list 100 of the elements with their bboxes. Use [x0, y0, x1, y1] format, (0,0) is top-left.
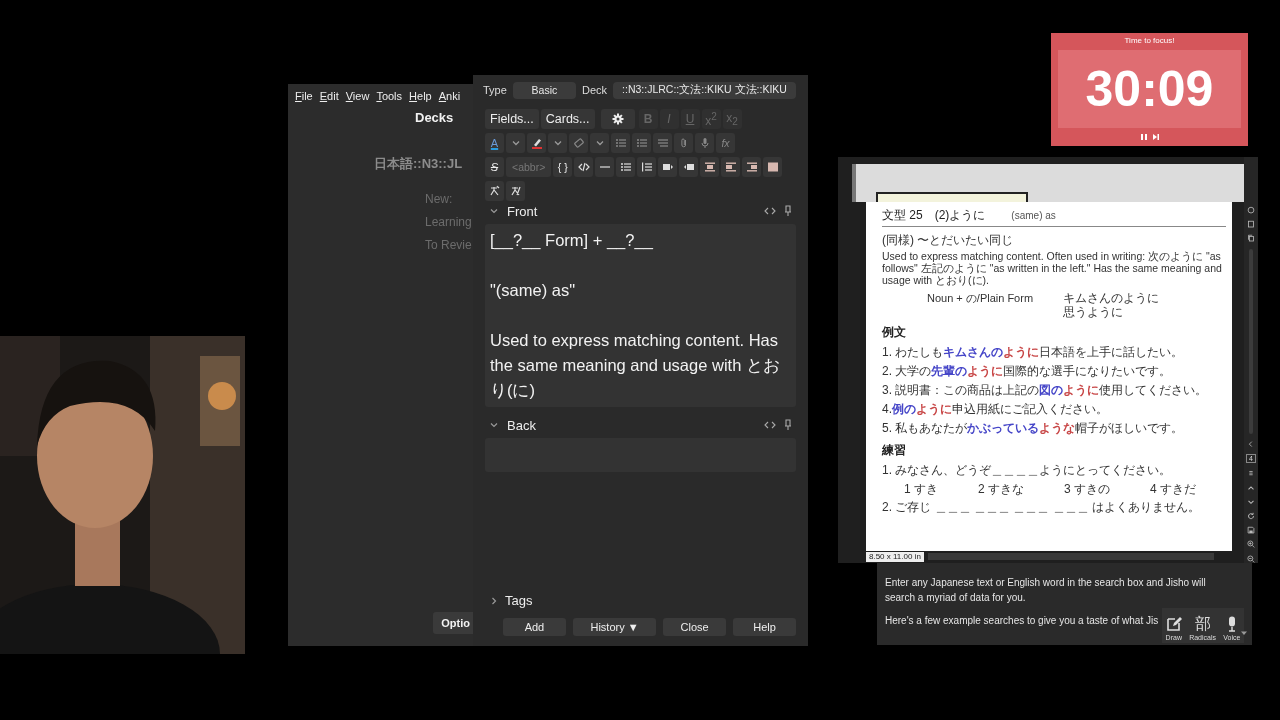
furigana-button[interactable]	[485, 181, 504, 201]
note-type-button[interactable]: Basic	[512, 81, 576, 99]
section-heading: 文型 25 (2)ように	[882, 207, 986, 224]
menu-item[interactable]: Edit	[319, 90, 339, 102]
section-gloss: (same) as	[1011, 210, 1056, 221]
text-color-button[interactable]: A	[485, 133, 504, 153]
menu-item[interactable]: Anki	[438, 90, 461, 102]
stat-label: Learning	[425, 214, 473, 231]
intro-text: Enter any Japanese text or English word in the search box and Jisho will search a myriad of data for you.	[885, 576, 1207, 605]
bullet-list-icon	[619, 161, 632, 173]
align-center-button[interactable]	[700, 157, 720, 177]
indent-button[interactable]	[658, 157, 678, 177]
eraser-icon	[572, 137, 585, 149]
answer-choice: 4 すきだ	[1150, 482, 1197, 496]
example-sentence: 5. 私もあなたがかぶっているような帽子がほしいです。	[882, 421, 1185, 436]
html-editor-icon[interactable]	[764, 420, 776, 430]
highlight-button[interactable]	[527, 133, 546, 153]
example-sentence: 4.例のように申込用紙にご記入ください。	[882, 402, 1109, 417]
decks-heading: Decks	[415, 110, 454, 125]
horizontal-scrollbar[interactable]	[927, 553, 1214, 560]
dialog-button[interactable]: Close	[663, 618, 727, 636]
answer-choice: 2 すきな	[978, 482, 1025, 496]
deck-button[interactable]: ::N3::JLRC::文法::KIKU 文法::KIKU	[613, 81, 796, 99]
html-button[interactable]	[574, 157, 594, 177]
dropdown-button[interactable]	[506, 133, 525, 153]
deck-name[interactable]: 日本語::N3::JL	[374, 155, 463, 173]
pattern-example: 思うように	[1063, 305, 1125, 319]
menu-item[interactable]: File	[295, 90, 313, 102]
field-label: Front	[507, 203, 538, 219]
expand-chevron-icon[interactable]	[489, 595, 499, 606]
dropdown-button[interactable]	[548, 133, 567, 153]
zoom-out-icon[interactable]	[1246, 554, 1256, 563]
field-text: [__?__ Form] + __?__	[490, 230, 654, 252]
pause-icon[interactable]	[1139, 133, 1148, 141]
copy-icon[interactable]	[1246, 234, 1256, 243]
menu-item[interactable]: Help	[409, 90, 432, 102]
dialog-button[interactable]: History ▼	[572, 618, 657, 636]
section-heading: 例文	[882, 324, 907, 341]
stat-label: New:	[425, 191, 454, 208]
answer-choice: 3 すきの	[1064, 482, 1111, 496]
cards-button[interactable]: Cards...	[540, 109, 595, 129]
caret-icon[interactable]	[1240, 629, 1248, 637]
align-left-button[interactable]	[721, 157, 741, 177]
character-clear-icon	[509, 185, 522, 197]
numbered-list-button[interactable]	[637, 157, 657, 177]
type-label: Type	[483, 84, 507, 96]
indent-icon	[661, 161, 674, 173]
gear-icon	[611, 113, 624, 125]
align-left-icon	[724, 161, 737, 173]
strikethrough-button[interactable]: S	[485, 157, 504, 177]
menu-item[interactable]: Tools	[376, 90, 403, 102]
outdent-icon	[682, 161, 695, 173]
save-icon[interactable]	[1246, 526, 1256, 535]
radicals-glyph[interactable]: 部	[1194, 615, 1211, 632]
justify-button[interactable]	[763, 157, 783, 177]
formula-button[interactable]: fx	[716, 133, 735, 153]
pin-icon[interactable]	[784, 419, 792, 431]
collapse-chevron-icon[interactable]	[489, 420, 499, 430]
stat-label: To Revie	[425, 237, 473, 254]
menu-item[interactable]: View	[345, 90, 370, 102]
settings-button[interactable]	[600, 109, 635, 129]
bullet-list-icon	[614, 137, 627, 149]
page-size-label: 8.50 x 11.00 in	[866, 551, 924, 562]
exercise-question: 2. ご存じ ＿＿＿ ＿＿＿ ＿＿＿ ＿＿＿ はよくありません。	[882, 500, 1201, 514]
tags-label[interactable]: Tags	[505, 593, 533, 608]
pattern-example: キムさんのように	[1063, 291, 1160, 305]
pin-icon[interactable]	[784, 205, 792, 217]
section-heading: 練習	[882, 442, 907, 459]
edit-icon[interactable]	[1165, 616, 1182, 632]
previous-page-icon[interactable]	[1246, 483, 1256, 492]
document-icon[interactable]	[1246, 220, 1256, 229]
numbered-list-icon	[640, 161, 653, 173]
align-right-button[interactable]	[742, 157, 762, 177]
furigana-clear-button[interactable]	[506, 181, 525, 201]
outdent-button[interactable]	[679, 157, 699, 177]
skip-icon[interactable]	[1151, 133, 1160, 141]
record-audio-button[interactable]	[695, 133, 714, 153]
bullet-list-button[interactable]	[616, 157, 636, 177]
dialog-button[interactable]: Help	[733, 618, 796, 636]
field-text: Used to express matching content. Has the same meaning and usage with とおり(に)	[490, 330, 781, 401]
collapse-chevron-icon[interactable]	[489, 206, 499, 216]
zoom-in-icon[interactable]	[1246, 540, 1256, 549]
subheading: (同様) 〜とだいたい同じ	[882, 232, 1015, 249]
bullet-list-icon	[635, 137, 648, 149]
cloze-button[interactable]: { }	[553, 157, 573, 177]
field-text: "(same) as"	[490, 280, 577, 301]
options-button[interactable]: Optio	[433, 612, 473, 634]
field-label: Back	[507, 417, 536, 433]
horizontal-rule-button[interactable]	[595, 157, 615, 177]
rotate-icon[interactable]	[1246, 512, 1256, 521]
dropdown-button[interactable]	[590, 133, 609, 153]
html-editor-icon[interactable]	[764, 206, 776, 216]
align-center-icon	[703, 161, 716, 173]
exercise-question: 1. みなさん、どうぞ＿＿＿＿ようにとってください。	[882, 463, 1173, 477]
pages-icon[interactable]	[1246, 469, 1256, 478]
dialog-button[interactable]: Add	[503, 618, 566, 636]
description-text: Used to express matching content. Often used in writing: 次のように "as follows" 左記のように "as written in the left." Has the same meaning and usage with とおり(に).	[882, 250, 1223, 286]
field-input[interactable]: [__?__ Form] + __?__ "(same) as" Used to express matching content. Has the same meaning and usage with とおり(に)	[485, 224, 796, 407]
fields-button[interactable]: Fields...	[485, 109, 539, 129]
align-right-icon	[745, 161, 758, 173]
